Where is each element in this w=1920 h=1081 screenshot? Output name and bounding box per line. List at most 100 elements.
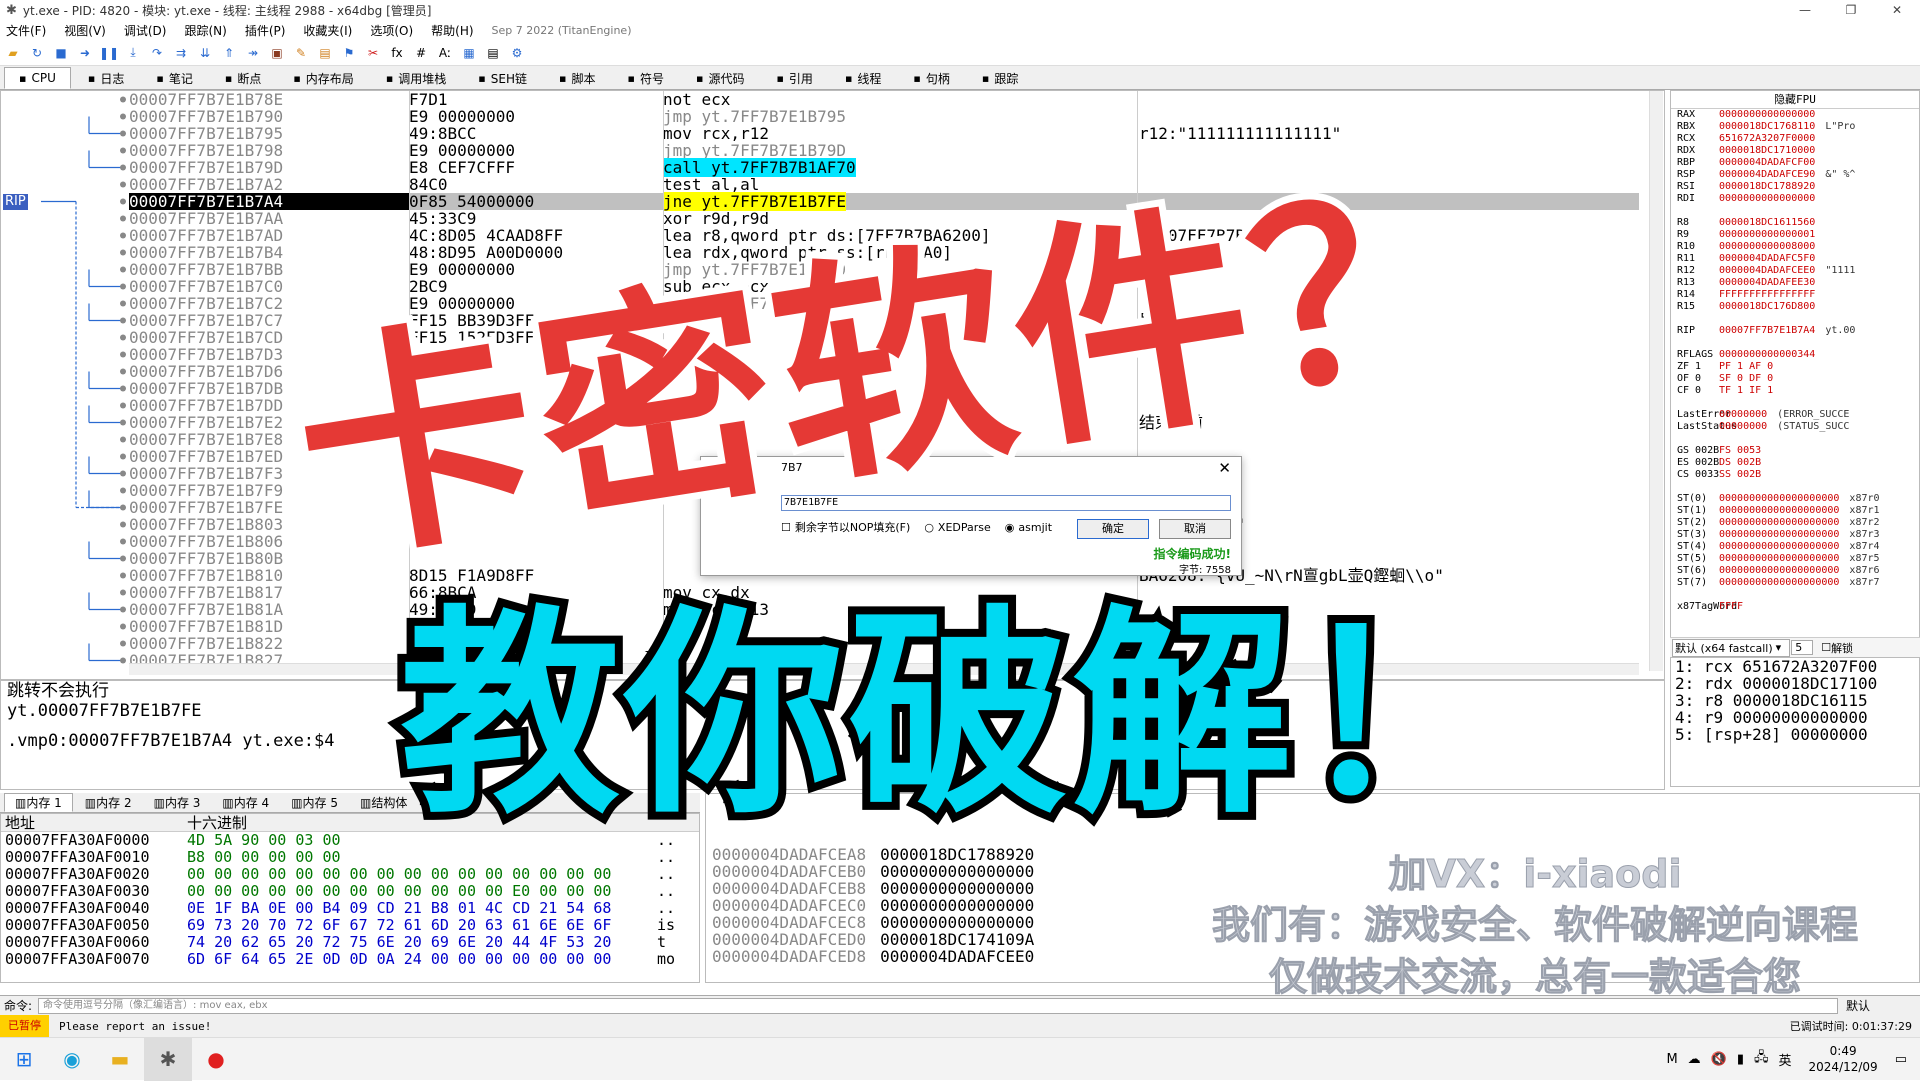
register-value[interactable]: 0000004DADAFCF00: [1719, 157, 1815, 168]
tab-3[interactable]: ▪ 笔记: [141, 67, 207, 89]
register-value[interactable]: 00000000: [1719, 409, 1767, 420]
run-icon[interactable]: ➜: [76, 44, 94, 62]
breakpoint-dot[interactable]: [120, 164, 126, 171]
restart-icon[interactable]: ↻: [28, 44, 46, 62]
register-row[interactable]: [1671, 433, 1919, 445]
disasm-address[interactable]: 00007FF7B7E1B78E: [129, 91, 409, 108]
tray-mail-icon[interactable]: M: [1666, 1052, 1677, 1067]
register-value[interactable]: 00007FF7B7E1B7A4: [1719, 325, 1815, 336]
minimize-button[interactable]: —: [1782, 0, 1828, 20]
checkbox-icon[interactable]: ☐: [1821, 641, 1831, 654]
breakpoint-dot[interactable]: [120, 96, 126, 103]
breakpoint-dot[interactable]: [120, 504, 126, 511]
breakpoint-dot[interactable]: [120, 266, 126, 273]
register-row[interactable]: RSP 0000004DADAFCE90 &" %^: [1671, 169, 1919, 181]
register-row[interactable]: OF 0 SF 0 DF 0: [1671, 373, 1919, 385]
breakpoint-dot[interactable]: [120, 368, 126, 375]
open-icon[interactable]: ▰: [4, 44, 22, 62]
file-explorer-icon[interactable]: ▬: [96, 1038, 144, 1081]
register-value[interactable]: 00000000: [1719, 421, 1767, 432]
register-value[interactable]: 0000018DC1788920: [1719, 181, 1815, 192]
register-row[interactable]: ZF 1 PF 1 AF 0: [1671, 361, 1919, 373]
tab-13[interactable]: ▪ 句柄: [898, 67, 964, 89]
breakpoint-dot[interactable]: [120, 470, 126, 477]
comment-icon[interactable]: ▤: [316, 44, 334, 62]
menu-help[interactable]: 帮助(H): [431, 22, 473, 39]
breakpoint-dot[interactable]: [120, 555, 126, 562]
breakpoint-dot[interactable]: [120, 589, 126, 596]
disasm-address[interactable]: 00007FF7B7E1B7BB: [129, 261, 409, 278]
register-row[interactable]: R12 0000004DADAFCEE0 "1111: [1671, 265, 1919, 277]
breakpoint-dot[interactable]: [120, 572, 126, 579]
execute-till-return-icon[interactable]: ⇑: [220, 44, 238, 62]
register-value[interactable]: 00000000000000000000: [1719, 505, 1839, 516]
breakpoint-dot[interactable]: [120, 249, 126, 256]
tab-12[interactable]: ▪ 线程: [830, 67, 896, 89]
disasm-instruction[interactable]: jmp yt.7FF7B7E1B795: [663, 108, 1139, 125]
notes-icon[interactable]: ▤: [484, 44, 502, 62]
register-value[interactable]: 0000004DADAFCEE0: [1719, 265, 1815, 276]
register-row[interactable]: R8 0000018DC1611560: [1671, 217, 1919, 229]
vertical-scrollbar[interactable]: [1649, 91, 1663, 671]
hide-fpu-toggle[interactable]: 隐藏FPU: [1671, 91, 1919, 109]
red-app-taskbar-icon[interactable]: ●: [192, 1038, 240, 1081]
register-value[interactable]: 651672A3207F0000: [1719, 133, 1815, 144]
status-message[interactable]: Please report an issue!: [59, 1020, 211, 1033]
breakpoint-dot[interactable]: [120, 300, 126, 307]
register-value[interactable]: 0000018DC1611560: [1719, 217, 1815, 228]
scylla-icon[interactable]: ▣: [268, 44, 286, 62]
register-value[interactable]: 00000000000000000000: [1719, 529, 1839, 540]
register-value[interactable]: 0000004DADAFCE90: [1719, 169, 1815, 180]
register-row[interactable]: RCX 651672A3207F0000: [1671, 133, 1919, 145]
register-value[interactable]: 00000000000000000000: [1719, 541, 1839, 552]
breakpoint-dot[interactable]: [120, 334, 126, 341]
notification-icon[interactable]: ▭: [1895, 1052, 1907, 1067]
register-row[interactable]: ST(2) 00000000000000000000 x87r2: [1671, 517, 1919, 529]
register-row[interactable]: LastStatus00000000 (STATUS_SUCC: [1671, 421, 1919, 433]
register-row[interactable]: RDI 0000000000000000: [1671, 193, 1919, 205]
breakpoint-dot[interactable]: [120, 538, 126, 545]
breakpoint-dot[interactable]: [120, 215, 126, 222]
register-row[interactable]: CF 0 TF 1 IF 1: [1671, 385, 1919, 397]
breakpoint-dot[interactable]: [120, 113, 126, 120]
breakpoint-dot[interactable]: [120, 147, 126, 154]
tab-9[interactable]: ▪ 符号: [612, 67, 678, 89]
breakpoint-dot[interactable]: [120, 402, 126, 409]
disasm-address[interactable]: 00007FF7B7E1B7AD: [129, 227, 409, 244]
dump-row[interactable]: 00007FFA30AF0030 00 00 00 00 00 00 00 00 …: [1, 883, 699, 900]
register-value[interactable]: 00000000000000000000: [1719, 553, 1839, 564]
register-row[interactable]: [1671, 589, 1919, 601]
cancel-button[interactable]: 取消: [1159, 519, 1231, 539]
breakpoint-dot[interactable]: [120, 198, 126, 205]
register-value[interactable]: FFFF: [1719, 601, 1743, 612]
register-row[interactable]: ST(1) 00000000000000000000 x87r1: [1671, 505, 1919, 517]
breakpoint-dot[interactable]: [120, 521, 126, 528]
breakpoint-dot[interactable]: [120, 640, 126, 647]
disasm-address[interactable]: 00007FF7B7E1B7C0: [129, 278, 409, 295]
disasm-address[interactable]: 00007FF7B7E1B79D: [129, 159, 409, 176]
register-value[interactable]: 00000000000000000000: [1719, 517, 1839, 528]
tab-11[interactable]: ▪ 引用: [761, 67, 827, 89]
register-value[interactable]: SS 002B: [1719, 469, 1761, 480]
register-row[interactable]: x87TagWordFFFF: [1671, 601, 1919, 613]
trace-over-icon[interactable]: ⇊: [196, 44, 214, 62]
register-row[interactable]: R9 0000000000000001: [1671, 229, 1919, 241]
tab-1[interactable]: ▪ CPU: [4, 67, 71, 89]
tray-volume-icon[interactable]: 🔇: [1711, 1052, 1727, 1067]
patch-icon[interactable]: ✎: [292, 44, 310, 62]
register-row[interactable]: RBP 0000004DADAFCF00: [1671, 157, 1919, 169]
register-row[interactable]: LastError00000000 (ERROR_SUCCE: [1671, 409, 1919, 421]
tab-2[interactable]: ▪ 日志: [73, 67, 139, 89]
register-row[interactable]: [1671, 337, 1919, 349]
windows-start-icon[interactable]: ⊞: [0, 1038, 48, 1081]
breakpoint-dot[interactable]: [120, 283, 126, 290]
register-row[interactable]: RFLAGS 0000000000000344: [1671, 349, 1919, 361]
tray-network-icon[interactable]: 🖧: [1754, 1048, 1769, 1070]
disasm-address[interactable]: 00007FF7B7E1B790: [129, 108, 409, 125]
register-value[interactable]: TF 1 IF 1: [1719, 385, 1773, 396]
register-row[interactable]: ST(6) 00000000000000000000 x87r6: [1671, 565, 1919, 577]
register-value[interactable]: 0000018DC176D800: [1719, 301, 1815, 312]
font-icon[interactable]: Aː: [436, 44, 454, 62]
clock[interactable]: 0:49 2024/12/09: [1809, 1043, 1878, 1075]
breakpoint-dot[interactable]: [120, 181, 126, 188]
